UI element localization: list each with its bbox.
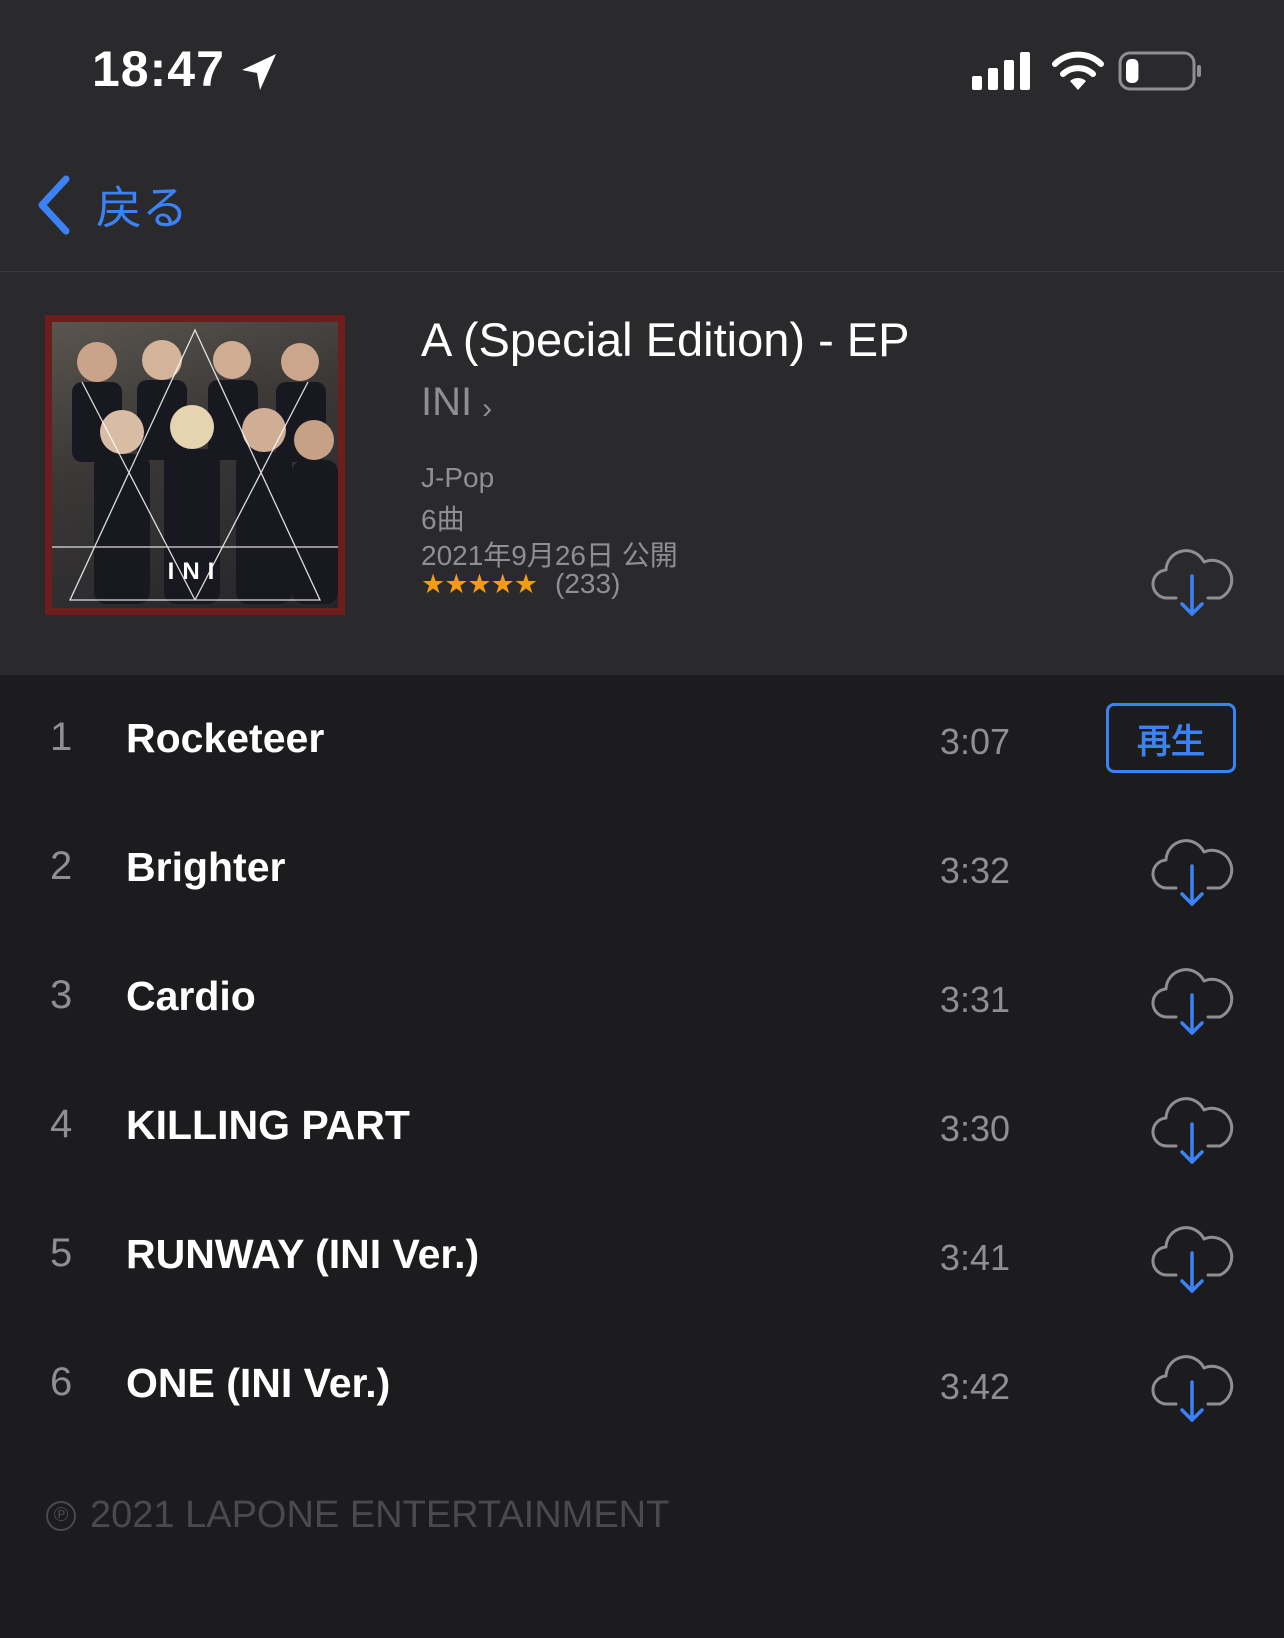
track-title: ONE (INI Ver.) (126, 1360, 391, 1406)
track-number: 3 (50, 973, 73, 1017)
track-number: 2 (50, 844, 73, 888)
cloud-download-icon[interactable] (1150, 1088, 1234, 1166)
artwork-logo: INI (167, 558, 223, 585)
album-title: A (Special Edition) - EP (421, 313, 910, 366)
location-arrow-icon (242, 54, 276, 90)
chevron-right-icon: › (482, 392, 493, 425)
track-duration: 3:31 (939, 979, 1010, 1020)
cloud-download-icon[interactable] (1150, 959, 1234, 1037)
track-title: KILLING PART (126, 1102, 410, 1148)
track-row[interactable]: 2 Brighter 3:32 (0, 804, 1284, 933)
cloud-download-icon[interactable] (1150, 1217, 1234, 1295)
track-number: 4 (50, 1102, 73, 1146)
status-time: 18:47 (92, 41, 225, 97)
album-artwork[interactable]: INI (45, 315, 345, 615)
track-list: 1 Rocketeer 3:07 再生 2 Brighter 3:32 3 Ca… (0, 675, 1284, 1449)
track-row[interactable]: 5 RUNWAY (INI Ver.) 3:41 (0, 1191, 1284, 1320)
track-title: Brighter (126, 844, 286, 890)
artwork-image: INI (52, 322, 338, 608)
artist-name: INI (421, 379, 473, 424)
cloud-download-icon[interactable] (1150, 1346, 1234, 1424)
track-number: 6 (50, 1360, 73, 1404)
track-row[interactable]: 6 ONE (INI Ver.) 3:42 (0, 1320, 1284, 1449)
track-number: 1 (50, 715, 73, 759)
track-row[interactable]: 4 KILLING PART 3:30 (0, 1062, 1284, 1191)
track-title: Rocketeer (126, 715, 325, 761)
album-header: INI A (Special Edition) - EP INI › J-Pop… (0, 272, 1284, 675)
track-duration: 3:42 (939, 1366, 1010, 1407)
back-chevron-icon (38, 175, 70, 235)
cloud-download-icon[interactable] (1150, 540, 1234, 618)
album-genre: J-Pop (421, 462, 495, 493)
play-button[interactable]: 再生 (1106, 703, 1236, 773)
artist-link[interactable]: INI › (421, 378, 492, 426)
track-title: Cardio (126, 973, 256, 1019)
cloud-download-icon[interactable] (1150, 830, 1234, 908)
rating-stars: ★★★★★ (421, 568, 538, 599)
track-duration: 3:07 (939, 721, 1010, 762)
copyright-text: 2021 LAPONE ENTERTAINMENT (90, 1494, 670, 1536)
track-duration: 3:32 (939, 850, 1010, 891)
track-title: RUNWAY (INI Ver.) (126, 1231, 480, 1277)
rating-count: (233) (555, 568, 621, 599)
album-track-count: 6曲 (421, 504, 465, 535)
track-row[interactable]: 3 Cardio 3:31 (0, 933, 1284, 1062)
top-bar: 18:47 戻る (0, 0, 1284, 272)
signal-icon (972, 52, 1030, 90)
back-button[interactable]: 戻る (36, 172, 188, 238)
album-rating: ★★★★★ (233) (421, 568, 620, 600)
phonogram-symbol: ℗ (46, 1500, 76, 1531)
back-label: 戻る (96, 181, 188, 235)
track-duration: 3:30 (939, 1108, 1010, 1149)
copyright-notice: ℗ 2021 LAPONE ENTERTAINMENT (46, 1494, 669, 1537)
track-number: 5 (50, 1231, 73, 1275)
track-row[interactable]: 1 Rocketeer 3:07 再生 (0, 675, 1284, 804)
track-duration: 3:41 (939, 1237, 1010, 1278)
battery-icon (1118, 51, 1201, 91)
wifi-icon (1052, 51, 1104, 90)
